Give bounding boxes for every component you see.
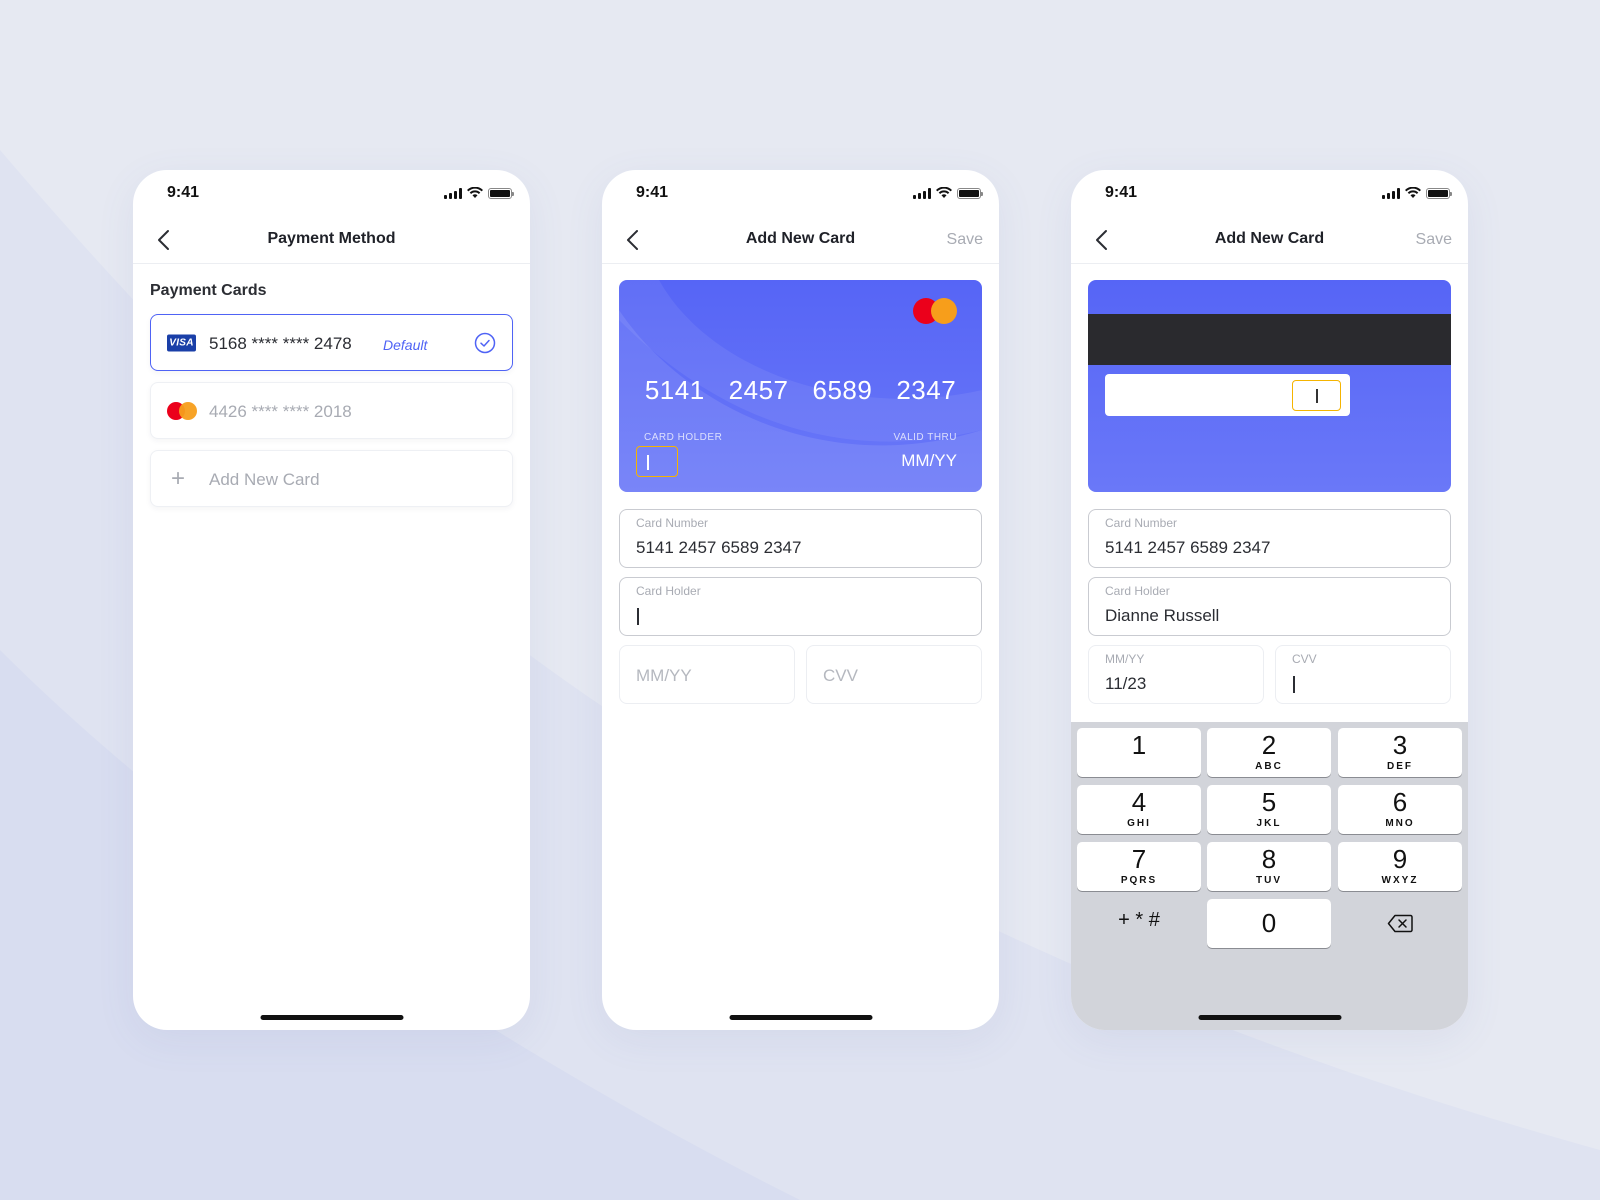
key-6[interactable]: 6 MNO bbox=[1338, 785, 1462, 834]
signature-panel bbox=[1105, 374, 1350, 416]
phone-add-card-back: 9:41 Add New Card Save Card Number 5141 … bbox=[1071, 170, 1468, 1030]
home-indicator bbox=[1198, 1015, 1341, 1020]
battery-icon bbox=[1426, 187, 1452, 199]
battery-icon bbox=[488, 187, 514, 199]
key-3[interactable]: 3 DEF bbox=[1338, 728, 1462, 777]
magnetic-strip bbox=[1088, 314, 1451, 365]
key-7[interactable]: 7 PQRS bbox=[1077, 842, 1201, 891]
card-number-display: 5141 2457 6589 2347 bbox=[619, 375, 982, 406]
expiry-field[interactable]: MM/YY 11/23 bbox=[1088, 645, 1264, 704]
mastercard-logo-icon bbox=[913, 298, 957, 324]
section-title: Payment Cards bbox=[150, 282, 267, 299]
card-number-value: 5141 2457 6589 2347 bbox=[1105, 538, 1271, 557]
signal-icon bbox=[1382, 187, 1400, 199]
signal-icon bbox=[444, 187, 462, 199]
status-time: 9:41 bbox=[636, 184, 669, 201]
payment-card-mastercard[interactable]: 4426 **** **** 2018 bbox=[150, 382, 513, 439]
key-4[interactable]: 4 GHI bbox=[1077, 785, 1201, 834]
symbols-key[interactable]: + * # bbox=[1077, 909, 1201, 932]
card-number-label: Card Number bbox=[636, 516, 709, 530]
status-bar: 9:41 bbox=[133, 170, 530, 216]
signal-icon bbox=[913, 187, 931, 199]
save-button[interactable]: Save bbox=[1416, 231, 1452, 249]
page-title: Add New Card bbox=[1214, 230, 1325, 247]
key-9[interactable]: 9 WXYZ bbox=[1338, 842, 1462, 891]
card-holder-highlight bbox=[636, 446, 678, 477]
status-time: 9:41 bbox=[1105, 184, 1138, 201]
page-title: Add New Card bbox=[745, 230, 856, 247]
card-holder-label: Card Holder bbox=[636, 584, 701, 598]
payment-card-visa[interactable]: VISA 5168 **** **** 2478 Default bbox=[150, 314, 513, 371]
card-holder-field[interactable]: Card Holder bbox=[619, 577, 982, 636]
numeric-keypad: 1 2 ABC 3 DEF 4 GHI 5 JKL 6 MNO 7 PQRS 8 TUV 9W… bbox=[1071, 722, 1468, 1030]
card-number: 4426 **** **** 2018 bbox=[209, 402, 352, 421]
check-circle-icon bbox=[474, 332, 496, 354]
wifi-icon bbox=[936, 187, 952, 198]
card-digits-group: 2347 bbox=[896, 375, 957, 405]
card-digits-group: 6589 bbox=[812, 375, 873, 405]
nav-bar: Add New Card Save bbox=[1071, 216, 1468, 264]
status-bar: 9:41 bbox=[1071, 170, 1468, 216]
valid-thru-label: VALID THRU bbox=[893, 432, 957, 443]
card-number-label: Card Number bbox=[1105, 516, 1178, 530]
cvv-placeholder: CVV bbox=[823, 666, 858, 685]
nav-bar: Payment Method bbox=[133, 216, 530, 264]
card-digits-group: 2457 bbox=[728, 375, 789, 405]
key-0[interactable]: 0 bbox=[1207, 899, 1331, 948]
expiry-field[interactable]: MM/YY bbox=[619, 645, 795, 704]
card-preview-front: 5141 2457 6589 2347 CARD HOLDER VALID TH… bbox=[619, 280, 982, 492]
expiry-label: MM/YY bbox=[1105, 652, 1145, 666]
key-5[interactable]: 5 JKL bbox=[1207, 785, 1331, 834]
home-indicator bbox=[729, 1015, 872, 1020]
text-cursor bbox=[1293, 676, 1295, 693]
valid-thru-value: MM/YY bbox=[901, 451, 957, 470]
wifi-icon bbox=[1405, 187, 1421, 198]
phone-payment-method: 9:41 Payment Method Payment Cards VISA 5… bbox=[133, 170, 530, 1030]
visa-logo-icon: VISA bbox=[167, 334, 196, 351]
card-holder-field[interactable]: Card Holder Dianne Russell bbox=[1088, 577, 1451, 636]
home-indicator bbox=[260, 1015, 403, 1020]
cvv-label: CVV bbox=[1292, 652, 1317, 666]
status-bar: 9:41 bbox=[602, 170, 999, 216]
card-preview-back bbox=[1088, 280, 1451, 492]
nav-bar: Add New Card Save bbox=[602, 216, 999, 264]
add-new-card-label: Add New Card bbox=[209, 470, 320, 489]
page-title: Payment Method bbox=[267, 230, 396, 247]
default-badge: Default bbox=[383, 337, 428, 353]
card-number-field[interactable]: Card Number 5141 2457 6589 2347 bbox=[619, 509, 982, 568]
card-number-value: 5141 2457 6589 2347 bbox=[636, 538, 802, 557]
card-holder-value: Dianne Russell bbox=[1105, 606, 1220, 625]
save-button[interactable]: Save bbox=[947, 231, 983, 249]
card-number-field[interactable]: Card Number 5141 2457 6589 2347 bbox=[1088, 509, 1451, 568]
card-holder-label: Card Holder bbox=[1105, 584, 1170, 598]
expiry-placeholder: MM/YY bbox=[636, 666, 692, 685]
cvv-field[interactable]: CVV bbox=[806, 645, 982, 704]
card-number: 5168 **** **** 2478 bbox=[209, 334, 352, 353]
key-8[interactable]: 8 TUV bbox=[1207, 842, 1331, 891]
card-holder-label: CARD HOLDER bbox=[644, 432, 723, 443]
status-time: 9:41 bbox=[167, 184, 200, 201]
phone-add-card-front: 9:41 Add New Card Save 5141 2457 6589 23… bbox=[602, 170, 999, 1030]
card-digits-group: 5141 bbox=[644, 375, 705, 405]
cvv-highlight bbox=[1292, 380, 1341, 411]
key-2[interactable]: 2 ABC bbox=[1207, 728, 1331, 777]
text-cursor bbox=[637, 608, 639, 625]
backspace-icon[interactable] bbox=[1387, 914, 1413, 933]
battery-icon bbox=[957, 187, 983, 199]
wifi-icon bbox=[467, 187, 483, 198]
mastercard-logo-icon bbox=[167, 401, 197, 420]
add-new-card-button[interactable]: + Add New Card bbox=[150, 450, 513, 507]
expiry-value: 11/23 bbox=[1105, 674, 1147, 693]
key-1[interactable]: 1 bbox=[1077, 728, 1201, 777]
cvv-field[interactable]: CVV bbox=[1275, 645, 1451, 704]
plus-icon: + bbox=[171, 465, 186, 492]
